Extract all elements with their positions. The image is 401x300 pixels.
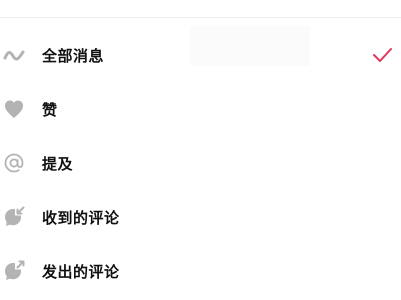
comment-sent-icon — [2, 259, 26, 283]
menu-item-label: 收到的评论 — [42, 208, 120, 227]
message-filter-menu: 全部消息 赞 提及 收到的评论 发出的评论 — [0, 0, 401, 300]
menu-item-label: 提及 — [42, 154, 74, 173]
top-divider — [0, 17, 401, 18]
menu-item-comments-sent[interactable]: 发出的评论 — [0, 249, 401, 293]
menu-item-label: 发出的评论 — [42, 262, 120, 281]
at-icon — [2, 151, 26, 175]
heart-icon — [2, 97, 26, 121]
menu-item-all-messages[interactable]: 全部消息 — [0, 33, 401, 77]
wave-icon — [2, 43, 26, 67]
menu-item-label: 赞 — [42, 100, 58, 119]
menu-item-mentions[interactable]: 提及 — [0, 141, 401, 185]
menu-item-likes[interactable]: 赞 — [0, 87, 401, 131]
menu-item-label: 全部消息 — [42, 46, 105, 65]
menu-item-comments-received[interactable]: 收到的评论 — [0, 195, 401, 239]
checkmark-icon — [373, 48, 392, 62]
comment-received-icon — [2, 205, 26, 229]
